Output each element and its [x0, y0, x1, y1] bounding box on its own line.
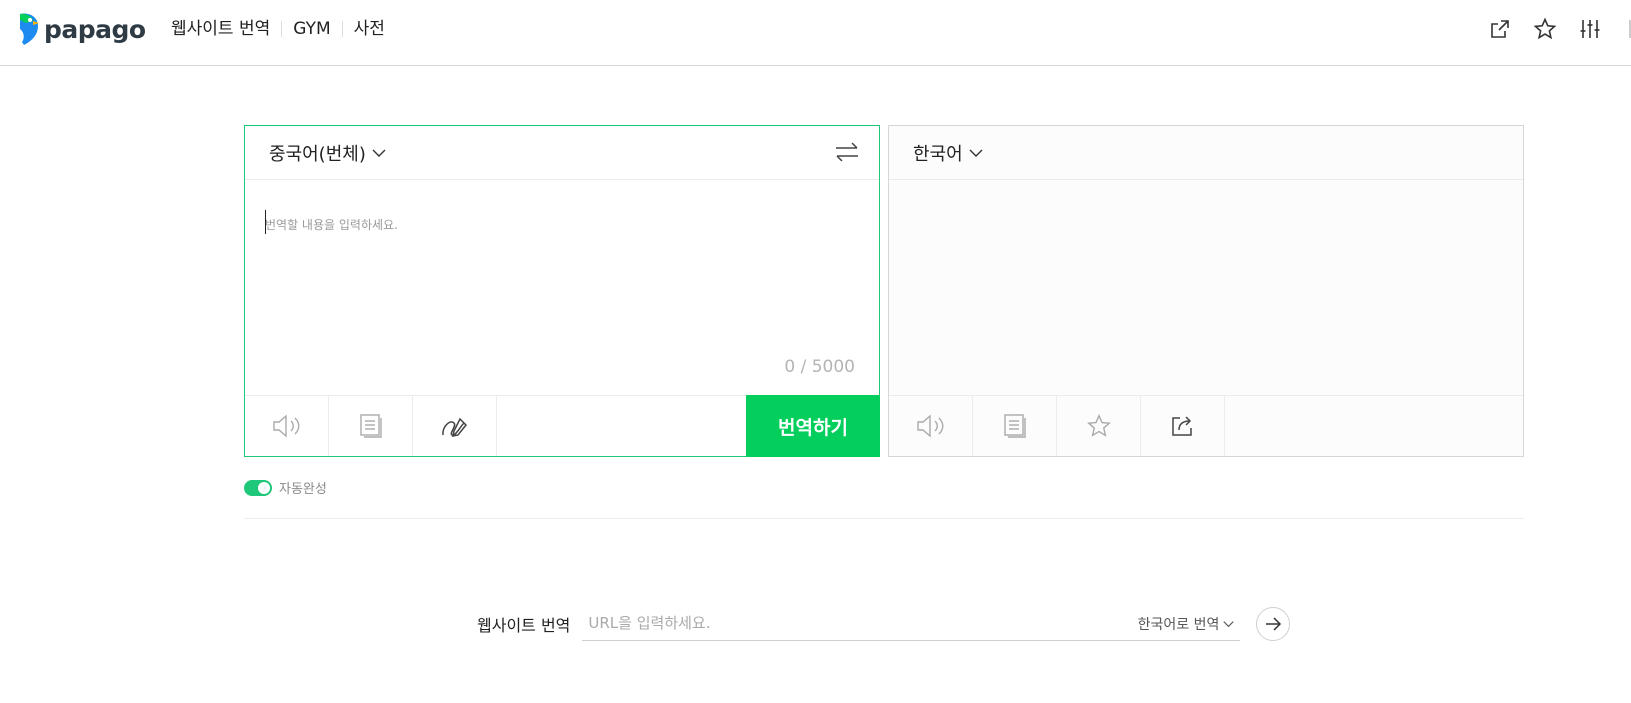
share-button[interactable]	[1141, 396, 1225, 456]
nav-gym[interactable]: GYM	[282, 18, 341, 40]
handwriting-icon	[441, 417, 467, 437]
website-translation-bar: 웹사이트 번역 한국어로 번역	[477, 606, 1291, 641]
url-input[interactable]	[582, 614, 1103, 632]
handwriting-button[interactable]	[413, 396, 497, 456]
chevron-down-icon	[969, 149, 983, 157]
target-language-select[interactable]: 한국어	[913, 140, 983, 166]
chevron-down-icon	[1223, 621, 1235, 628]
target-language-label: 한국어	[913, 144, 963, 165]
top-header: papago 웹사이트 번역 GYM 사전	[0, 0, 1631, 66]
document-icon	[359, 414, 382, 438]
source-toolbar: 번역하기	[245, 395, 880, 457]
header-actions	[1487, 16, 1603, 42]
go-button[interactable]	[1256, 606, 1291, 641]
copy-icon	[1003, 414, 1026, 438]
url-target-language-select[interactable]: 한국어로 번역	[1138, 614, 1235, 634]
translate-button[interactable]: 번역하기	[746, 395, 880, 457]
arrow-right-icon	[1266, 616, 1282, 631]
autocomplete-label: 자동완성	[279, 482, 327, 497]
speaker-icon	[272, 414, 299, 438]
url-target-language-label: 한국어로 번역	[1137, 617, 1220, 633]
source-language-select[interactable]: 중국어(번체)	[269, 140, 386, 166]
swap-arrows-icon	[836, 142, 858, 162]
character-counter: 0 / 5000	[784, 357, 855, 377]
url-field: 한국어로 번역	[582, 606, 1241, 641]
source-text-area[interactable]: 번역할 내용을 입력하세요. 0 / 5000	[245, 180, 879, 397]
logo-wordmark: papago	[44, 14, 146, 44]
star-icon[interactable]	[1532, 16, 1558, 42]
papago-bird-icon	[20, 13, 39, 45]
nav-dictionary[interactable]: 사전	[343, 18, 396, 40]
target-lang-bar: 한국어	[889, 126, 1523, 180]
swap-languages-button[interactable]	[833, 140, 861, 164]
source-placeholder: 번역할 내용을 입력하세요.	[265, 218, 398, 232]
source-lang-bar: 중국어(번체)	[245, 126, 879, 180]
listen-source-button[interactable]	[245, 396, 329, 456]
favorite-button[interactable]	[1057, 396, 1141, 456]
share-icon	[1171, 416, 1192, 436]
nav-website-translation[interactable]: 웹사이트 번역	[171, 18, 281, 40]
section-divider	[244, 518, 1524, 519]
speaker-icon	[916, 414, 943, 438]
source-language-label: 중국어(번체)	[269, 144, 366, 165]
source-panel: 중국어(번체) 번역할 내용을 입력하세요. 0 / 5000 번역하기	[244, 125, 880, 457]
chevron-down-icon	[372, 149, 386, 157]
copy-translation-button[interactable]	[973, 396, 1057, 456]
document-translate-button[interactable]	[329, 396, 413, 456]
autocomplete-toggle[interactable]	[244, 479, 272, 496]
target-panel: 한국어	[888, 125, 1524, 457]
target-text-area	[889, 180, 1523, 397]
website-translation-label: 웹사이트 번역	[477, 615, 571, 635]
main-nav: 웹사이트 번역 GYM 사전	[171, 18, 396, 40]
papago-logo[interactable]: papago	[16, 12, 146, 46]
star-icon	[1086, 413, 1111, 437]
autocomplete-toggle-row: 자동완성	[244, 478, 327, 497]
listen-target-button[interactable]	[889, 396, 973, 456]
external-link-icon[interactable]	[1487, 16, 1513, 42]
settings-sliders-icon[interactable]	[1577, 16, 1603, 42]
target-toolbar	[889, 395, 1523, 456]
